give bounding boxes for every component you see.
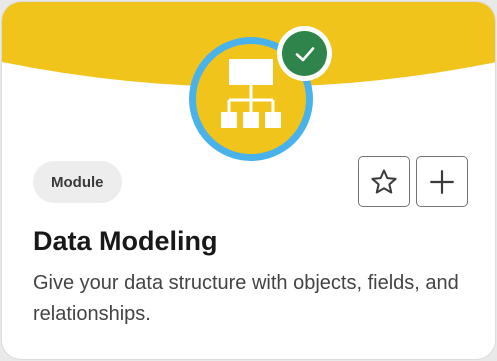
card-description: Give your data structure with objects, f… bbox=[33, 272, 459, 325]
card-title[interactable]: Data Modeling bbox=[33, 226, 218, 257]
add-to-list-button[interactable] bbox=[416, 156, 468, 207]
checkmark-icon bbox=[282, 31, 327, 76]
favorite-button[interactable] bbox=[358, 156, 410, 207]
content-type-pill: Module bbox=[33, 161, 122, 203]
star-outline-icon bbox=[371, 169, 397, 193]
module-card[interactable]: Module Data Modeling Give your data stru… bbox=[1, 1, 496, 360]
plus-icon bbox=[430, 169, 454, 194]
